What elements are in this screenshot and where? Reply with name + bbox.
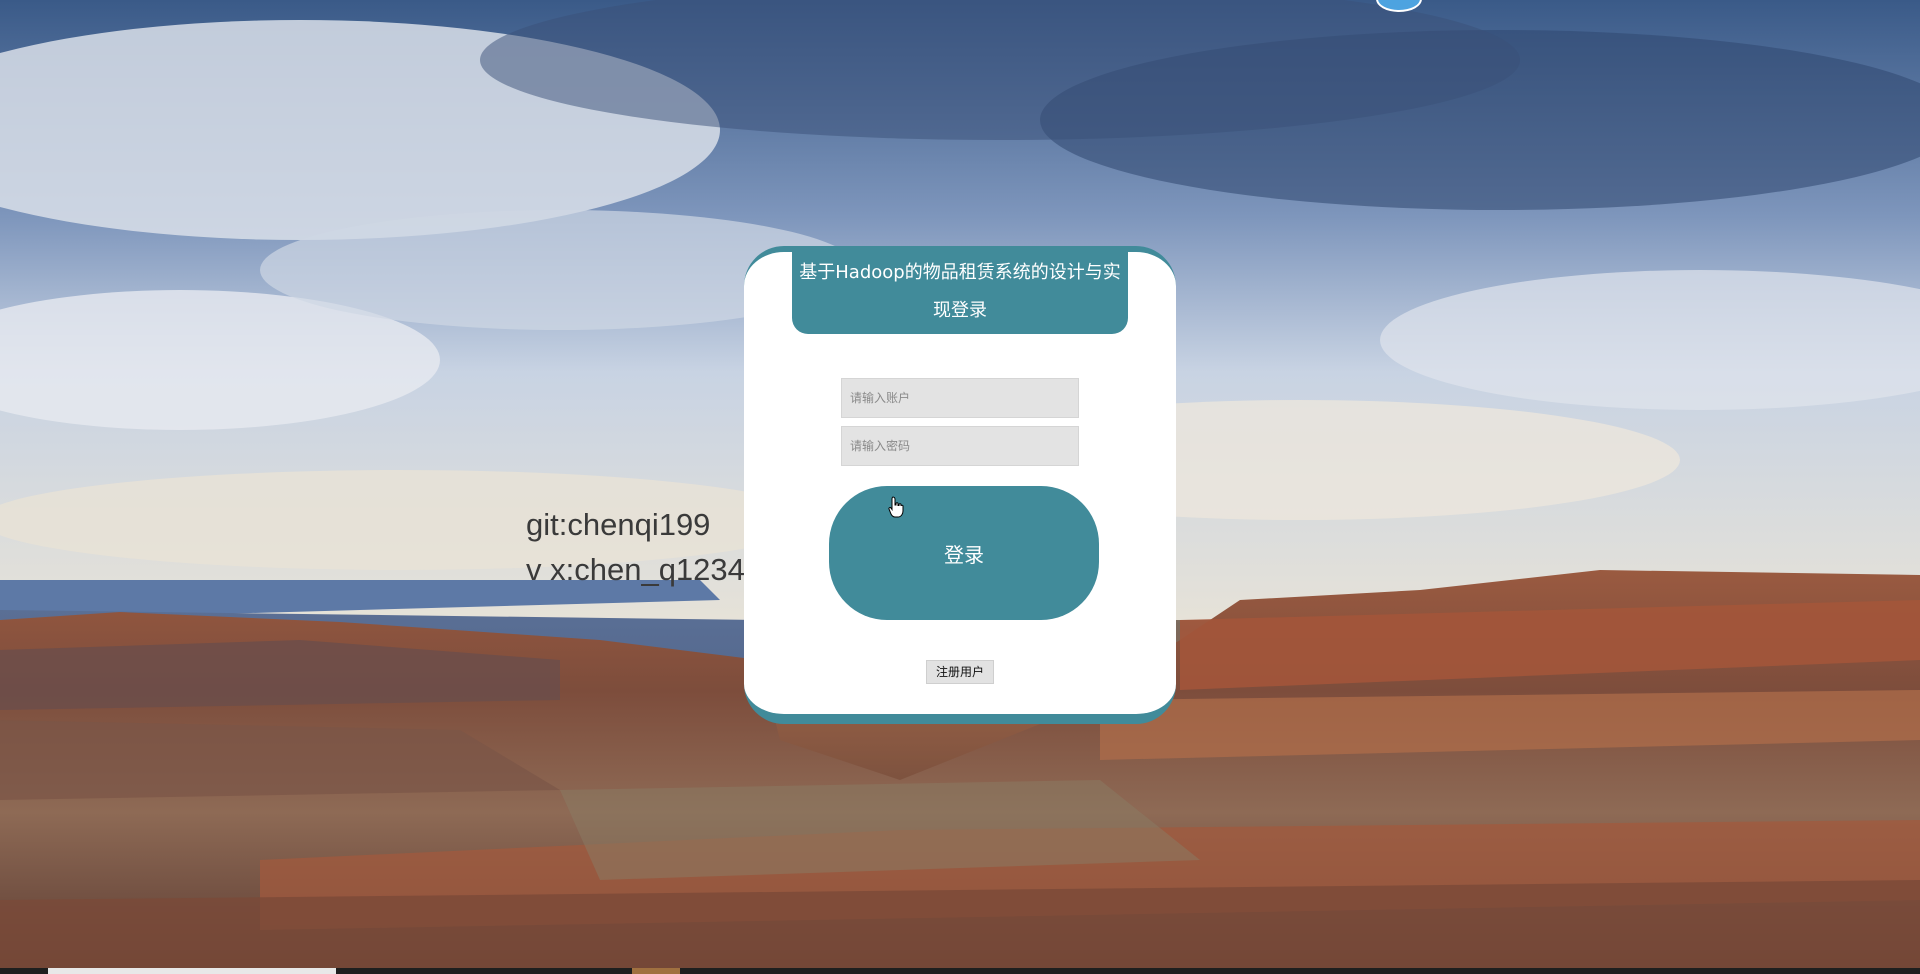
bottom-bar-segment <box>632 968 680 974</box>
login-card: 基于Hadoop的物品租赁系统的设计与实现登录 登录 注册用户 <box>744 246 1176 724</box>
bottom-bar-segment <box>48 968 336 974</box>
hand-pointer-icon <box>888 496 904 518</box>
password-input[interactable] <box>841 426 1079 466</box>
login-button[interactable]: 登录 <box>829 486 1099 620</box>
bottom-bar <box>0 968 1920 974</box>
watermark-line-git: git:chenqi199 <box>526 507 711 542</box>
register-button[interactable]: 注册用户 <box>926 660 994 684</box>
login-page: git:chenqi199 v x:chen_q123456 基于Hadoop的… <box>0 0 1920 974</box>
watermark-text: git:chenqi199 v x:chen_q123456 <box>526 502 779 592</box>
watermark-line-vx: v x:chen_q123456 <box>526 552 780 587</box>
account-input[interactable] <box>841 378 1079 418</box>
login-title: 基于Hadoop的物品租赁系统的设计与实现登录 <box>792 252 1128 334</box>
